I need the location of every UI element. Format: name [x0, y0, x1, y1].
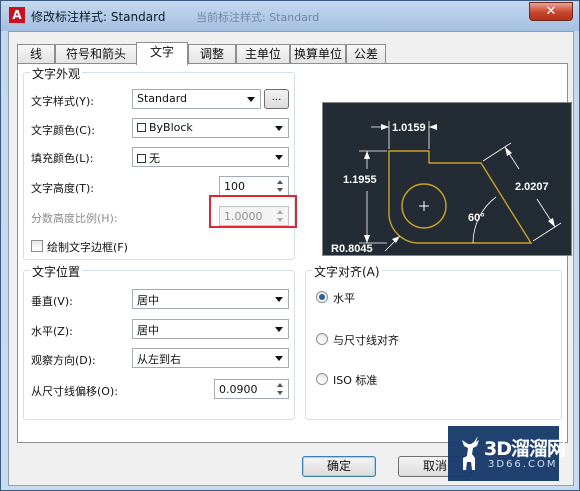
fill-color-select[interactable]: 无	[132, 147, 289, 167]
preview-extension-line	[532, 222, 562, 242]
preview-arrowhead	[548, 218, 555, 227]
draw-frame-label: 绘制文字边框(F)	[47, 241, 128, 254]
offset-label: 从尺寸线偏移(O):	[31, 385, 118, 398]
preview-dim-top: 1.0159	[392, 122, 426, 134]
draw-frame-checkbox[interactable]	[31, 240, 43, 252]
spin-up-icon[interactable]	[274, 178, 287, 186]
tab-primary-units[interactable]: 主单位	[236, 44, 290, 63]
highlight-box	[209, 195, 297, 228]
spinner-buttons[interactable]	[274, 381, 287, 397]
text-color-value: ByBlock	[149, 121, 193, 134]
text-alignment-title: 文字对齐(A)	[312, 263, 382, 280]
watermark-badge: 3D溜溜网 3D66.COM	[448, 426, 566, 481]
preview-arrowhead	[505, 147, 512, 156]
text-style-select[interactable]: Standard	[132, 89, 261, 109]
tab-alternate-units[interactable]: 换算单位	[290, 44, 346, 63]
vertical-select[interactable]: 居中	[132, 289, 289, 309]
ok-button[interactable]: 确定	[302, 456, 376, 477]
window-title: 修改标注样式: Standard	[31, 10, 166, 24]
text-style-value: Standard	[137, 92, 188, 105]
view-direction-label: 观察方向(D):	[31, 354, 96, 367]
chevron-down-icon	[272, 150, 286, 164]
text-style-browse-button[interactable]: ...	[264, 89, 289, 109]
text-appearance-title: 文字外观	[30, 65, 83, 82]
text-alignment-group: 文字对齐(A) 水平 与尺寸线对齐 ISO 标准	[305, 263, 562, 420]
chevron-down-icon	[272, 322, 286, 336]
horizontal-value: 居中	[137, 324, 159, 337]
preview-panel: 1.0159 1.1955 2.0207 60° R0.8045	[322, 102, 572, 256]
preview-dim-angle: 60°	[468, 212, 485, 224]
fill-color-display: 无	[137, 150, 160, 166]
preview-dim-left: 1.1955	[343, 174, 377, 186]
color-swatch-icon	[137, 123, 146, 132]
text-height-label: 文字高度(T):	[31, 182, 95, 195]
watermark-title: 3D溜溜网	[484, 438, 566, 460]
watermark-subtitle: 3D66.COM	[488, 459, 558, 470]
preview-arrowhead	[364, 235, 370, 243]
preview-arrowhead	[392, 236, 400, 243]
align-dimension-line-label: 与尺寸线对齐	[333, 334, 399, 347]
text-color-select[interactable]: ByBlock	[132, 118, 289, 138]
horizontal-select[interactable]: 居中	[132, 319, 289, 339]
align-iso-label: ISO 标准	[333, 374, 378, 387]
tab-text[interactable]: 文字	[136, 42, 188, 65]
text-color-label: 文字颜色(C):	[31, 124, 95, 137]
text-tab-panel: 文字外观 文字样式(Y): Standard ... 文字颜色(C): ByBl…	[17, 63, 572, 443]
preview-arrowhead	[381, 124, 389, 130]
background-window-title: 当前标注样式: Standard	[196, 11, 320, 24]
view-direction-value: 从左到右	[137, 353, 181, 366]
text-appearance-group: 文字外观 文字样式(Y): Standard ... 文字颜色(C): ByBl…	[23, 65, 295, 260]
fraction-height-label: 分数高度比例(H):	[31, 212, 118, 225]
dimension-preview-drawing: 1.0159 1.1955 2.0207 60° R0.8045	[331, 121, 562, 255]
preview-dim-radius: R0.8045	[331, 243, 373, 255]
title-bar[interactable]: A 修改标注样式: Standard 当前标注样式: Standard ✕	[1, 1, 579, 31]
chevron-down-icon	[272, 121, 286, 135]
color-swatch-icon	[137, 154, 146, 163]
text-placement-group: 文字位置 垂直(V): 居中 水平(Z): 居中 观察方向(D): 从左到右 从…	[23, 263, 295, 420]
spin-down-icon[interactable]	[274, 389, 287, 397]
text-placement-title: 文字位置	[30, 263, 83, 280]
horizontal-label: 水平(Z):	[31, 325, 73, 338]
align-horizontal-label: 水平	[333, 292, 355, 305]
text-height-input[interactable]: 100	[219, 176, 289, 196]
fill-color-value: 无	[149, 152, 160, 165]
text-style-label: 文字样式(Y):	[31, 95, 95, 108]
tab-lines[interactable]: 线	[17, 44, 55, 63]
autocad-logo-icon: A	[9, 7, 25, 23]
preview-dim-right: 2.0207	[515, 181, 549, 193]
deer-logo-icon	[462, 436, 479, 470]
dialog-window: A 修改标注样式: Standard 当前标注样式: Standard ✕ 线 …	[0, 0, 580, 491]
offset-value: 0.0900	[219, 383, 258, 396]
tab-tolerances[interactable]: 公差	[346, 44, 386, 63]
text-color-display: ByBlock	[137, 121, 193, 134]
chevron-down-icon	[272, 292, 286, 306]
fill-color-label: 填充颜色(L):	[31, 152, 94, 165]
vertical-value: 居中	[137, 294, 159, 307]
chevron-down-icon	[272, 351, 286, 365]
tab-fit[interactable]: 调整	[188, 44, 236, 63]
close-button[interactable]: ✕	[529, 2, 573, 21]
text-height-value: 100	[224, 180, 245, 193]
align-horizontal-radio[interactable]	[316, 291, 328, 303]
align-dimension-line-radio[interactable]	[316, 333, 328, 345]
vertical-label: 垂直(V):	[31, 295, 73, 308]
spinner-buttons[interactable]	[274, 178, 287, 194]
spin-down-icon[interactable]	[274, 186, 287, 194]
tab-symbols-arrows[interactable]: 符号和箭头	[55, 44, 137, 63]
align-iso-radio[interactable]	[316, 373, 328, 385]
spin-up-icon[interactable]	[274, 381, 287, 389]
preview-arrowhead	[364, 151, 370, 159]
preview-part-outline	[388, 150, 533, 244]
view-direction-select[interactable]: 从左到右	[132, 348, 289, 368]
offset-input[interactable]: 0.0900	[214, 379, 289, 399]
dialog-client-area: 线 符号和箭头 文字 调整 主单位 换算单位 公差 文字外观 文字样式(Y): …	[8, 31, 574, 486]
chevron-down-icon	[244, 92, 258, 106]
